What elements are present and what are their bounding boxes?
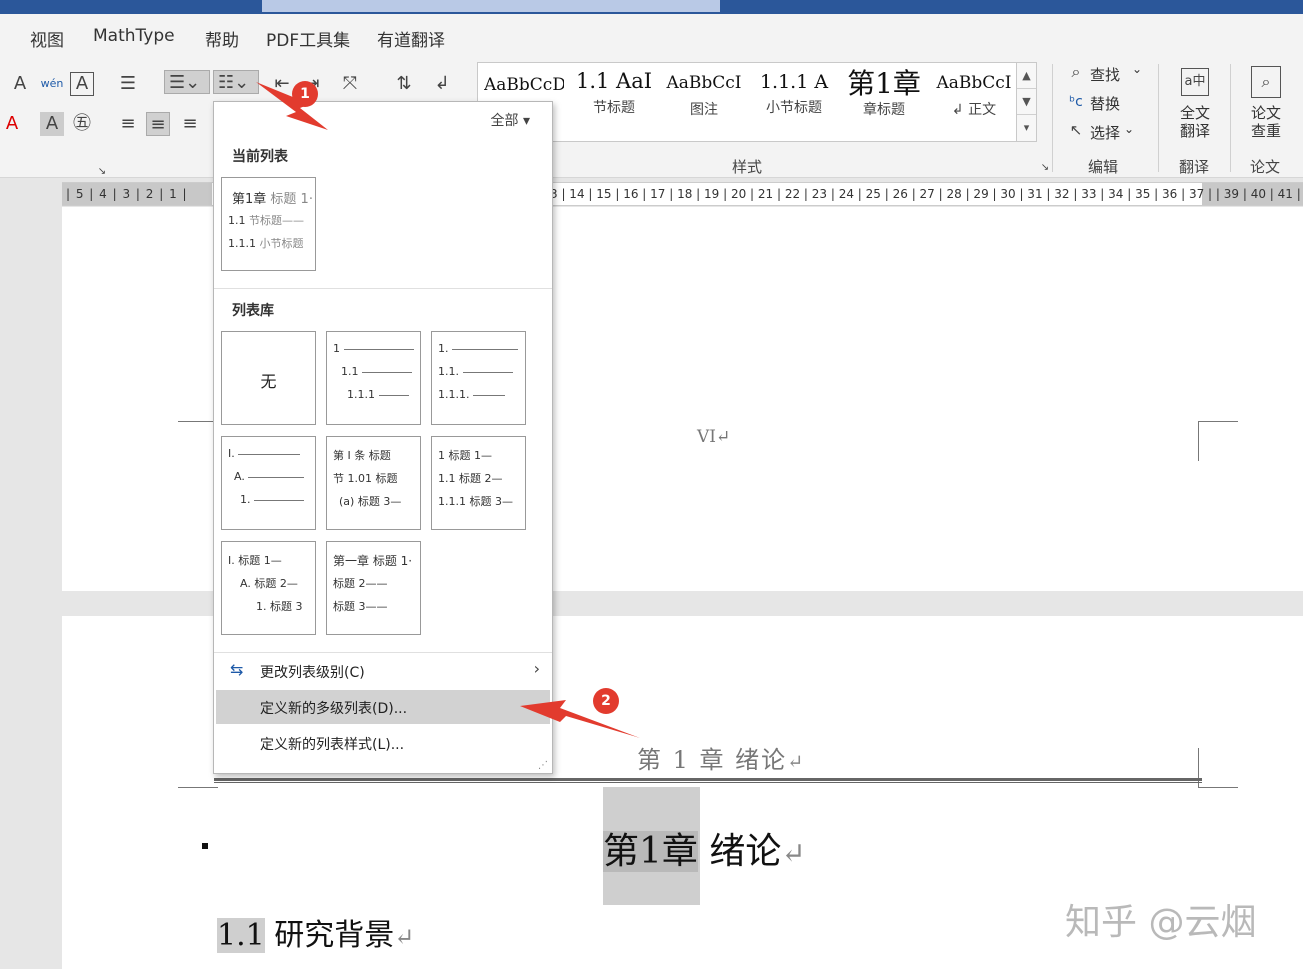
tab-pdf-tools[interactable]: PDF工具集 bbox=[266, 26, 350, 51]
font-dialog-launcher-icon[interactable]: ↘ bbox=[90, 160, 114, 184]
gallery-down-icon[interactable]: ▼ bbox=[1017, 89, 1036, 115]
search-box[interactable] bbox=[262, 0, 720, 12]
define-multilevel-list-item[interactable]: 定义新的多级列表(D)... bbox=[216, 690, 550, 724]
submenu-arrow-icon: › bbox=[533, 659, 540, 678]
resize-grip-icon[interactable]: ⋰ bbox=[538, 760, 548, 771]
list-style-heading-numeric[interactable]: 1 标题 1— 1.1 标题 2— 1.1.1 标题 3— bbox=[431, 436, 526, 530]
current-list-thumbnail[interactable]: 第1章 标题 1· 1.1 节标题—— 1.1.1 小节标题 bbox=[221, 177, 316, 271]
bullets-icon[interactable]: ☰ bbox=[116, 72, 140, 96]
list-style-numeric[interactable]: 1 1.1 1.1.1 bbox=[326, 331, 421, 425]
filter-dropdown[interactable]: 全部 ▾ bbox=[491, 110, 530, 130]
gallery-more-icon[interactable]: ▾ bbox=[1017, 115, 1036, 141]
list-library-heading: 列表库 bbox=[232, 303, 274, 319]
enclose-char-icon[interactable]: ㊄ bbox=[70, 112, 94, 136]
style-section-heading[interactable]: 1.1 AaI 节标题 bbox=[574, 69, 654, 117]
change-list-level-item[interactable]: ⇆ 更改列表级别(C) › bbox=[216, 654, 550, 688]
select-dropdown-icon[interactable]: ⌄ bbox=[1124, 122, 1134, 136]
numbering-icon[interactable]: ☰⌄ bbox=[164, 70, 210, 94]
chapter-heading[interactable]: 第1章 绪论↵ bbox=[603, 822, 806, 874]
show-marks-icon[interactable]: ↲ bbox=[430, 72, 454, 96]
current-list-heading: 当前列表 bbox=[232, 149, 288, 165]
style-figure-caption[interactable]: AaBbCcI 图注 bbox=[664, 69, 744, 119]
phonetic-guide-icon[interactable]: wén bbox=[40, 72, 64, 96]
page-number: VI↵ bbox=[697, 427, 731, 447]
style-normal-preview[interactable]: AaBbCcDc bbox=[484, 69, 564, 103]
select-button[interactable]: 选择 bbox=[1090, 122, 1120, 143]
tab-help[interactable]: 帮助 bbox=[205, 26, 239, 51]
list-style-article-section[interactable]: 第 Ⅰ 条 标题 节 1.01 标题 (a) 标题 3— bbox=[326, 436, 421, 530]
align-left-icon[interactable]: ≡ bbox=[116, 112, 140, 136]
full-text-translate-button[interactable]: 全文 翻译 bbox=[1180, 104, 1210, 140]
select-icon: ↖ bbox=[1069, 121, 1083, 139]
styles-gallery: AaBbCcDc 1.1 AaI 节标题 AaBbCcI 图注 1.1.1 A … bbox=[477, 62, 1037, 142]
sort-icon[interactable]: ⇅ bbox=[392, 72, 416, 96]
title-bar bbox=[0, 0, 1303, 14]
crop-mark bbox=[1198, 748, 1238, 788]
divider bbox=[1052, 64, 1053, 172]
multilevel-list-icon[interactable]: ☷⌄ bbox=[213, 70, 259, 94]
callout-badge-2: 2 bbox=[593, 688, 619, 714]
char-shading-icon[interactable]: A bbox=[40, 112, 64, 136]
ruler-ticks-left: | 5 | 4 | 3 | 2 | 1 | bbox=[66, 187, 188, 201]
paragraph-mark-bullet bbox=[202, 843, 208, 849]
replace-icon: ᵇc bbox=[1069, 94, 1083, 110]
find-icon: ⌕ bbox=[1071, 62, 1081, 81]
replace-button[interactable]: 替换 bbox=[1090, 93, 1120, 114]
style-chapter-heading[interactable]: 第1章 章标题 bbox=[844, 69, 924, 119]
paper-group-label: 论文 bbox=[1250, 158, 1281, 176]
define-list-style-item[interactable]: 定义新的列表样式(L)... bbox=[216, 726, 550, 760]
multilevel-list-dropdown: 全部 ▾ 当前列表 第1章 标题 1· 1.1 节标题—— 1.1.1 小节标题… bbox=[213, 101, 553, 774]
header-rule bbox=[214, 778, 1202, 783]
menu-divider bbox=[214, 652, 552, 653]
list-style-numeric-dot[interactable]: 1. 1.1. 1.1.1. bbox=[431, 331, 526, 425]
paper-check-button[interactable]: 论文 查重 bbox=[1251, 104, 1281, 140]
char-border-icon[interactable]: A bbox=[70, 72, 94, 96]
callout-badge-1: 1 bbox=[292, 81, 318, 107]
font-color-icon[interactable]: A bbox=[0, 112, 24, 136]
style-subsection-heading[interactable]: 1.1.1 A 小节标题 bbox=[754, 69, 834, 117]
tab-view[interactable]: 视图 bbox=[30, 26, 64, 51]
align-center-icon[interactable]: ≡ bbox=[146, 112, 170, 136]
styles-group-label: 样式 bbox=[732, 158, 763, 176]
style-body-text[interactable]: AaBbCcI ↲ 正文 bbox=[934, 69, 1014, 119]
list-style-chinese-chapter[interactable]: 第一章 标题 1· 标题 2—— 标题 3—— bbox=[326, 541, 421, 635]
find-dropdown-icon[interactable]: ⌄ bbox=[1132, 62, 1142, 76]
change-level-icon: ⇆ bbox=[230, 660, 244, 679]
page-header-text[interactable]: 第 1 章 绪论↵ bbox=[637, 740, 805, 775]
clear-format-icon[interactable]: A bbox=[8, 72, 32, 96]
crop-mark bbox=[1198, 421, 1238, 461]
list-style-roman-alpha[interactable]: I. A. 1. bbox=[221, 436, 316, 530]
align-right-icon[interactable]: ≡ bbox=[178, 112, 202, 136]
translate-group-label: 翻译 bbox=[1179, 158, 1210, 176]
watermark: 知乎 @云烟 bbox=[1065, 902, 1257, 943]
styles-dialog-launcher-icon[interactable]: ↘ bbox=[1033, 156, 1057, 180]
find-button[interactable]: 查找 bbox=[1090, 64, 1120, 85]
gallery-scroll: ▲ ▼ ▾ bbox=[1016, 63, 1036, 141]
chinese-layout-icon[interactable]: ⤧ bbox=[338, 72, 362, 96]
paper-check-icon: ⌕ bbox=[1251, 66, 1281, 98]
list-style-heading-roman[interactable]: I. 标题 1— A. 标题 2— 1. 标题 3 bbox=[221, 541, 316, 635]
crop-mark bbox=[178, 421, 214, 461]
edit-group-label: 编辑 bbox=[1088, 158, 1119, 176]
divider bbox=[1230, 64, 1231, 172]
section-heading[interactable]: 1.1 研究背景↵ bbox=[217, 910, 414, 954]
divider bbox=[1158, 64, 1159, 172]
list-style-none[interactable]: 无 bbox=[221, 331, 316, 425]
tab-mathtype[interactable]: MathType bbox=[93, 26, 175, 46]
gallery-up-icon[interactable]: ▲ bbox=[1017, 63, 1036, 89]
tab-youdao-translate[interactable]: 有道翻译 bbox=[377, 26, 445, 51]
ribbon: A wén A A A ㊄ ☰ ☰⌄ ☷⌄ ⇤ ⇥ ⤧ ⇅ ↲ ≡ ≡ ≡ ↘ … bbox=[0, 56, 1303, 178]
crop-mark bbox=[178, 748, 218, 788]
translate-icon: a中 bbox=[1181, 68, 1209, 96]
ruler-ticks-right: 3 | 14 | 15 | 16 | 17 | 18 | 19 | 20 | 2… bbox=[550, 187, 1301, 201]
menu-divider bbox=[214, 288, 552, 289]
menu-tabs: 视图 MathType 帮助 PDF工具集 有道翻译 bbox=[0, 14, 1303, 56]
decrease-indent-icon[interactable]: ⇤ bbox=[270, 72, 294, 96]
